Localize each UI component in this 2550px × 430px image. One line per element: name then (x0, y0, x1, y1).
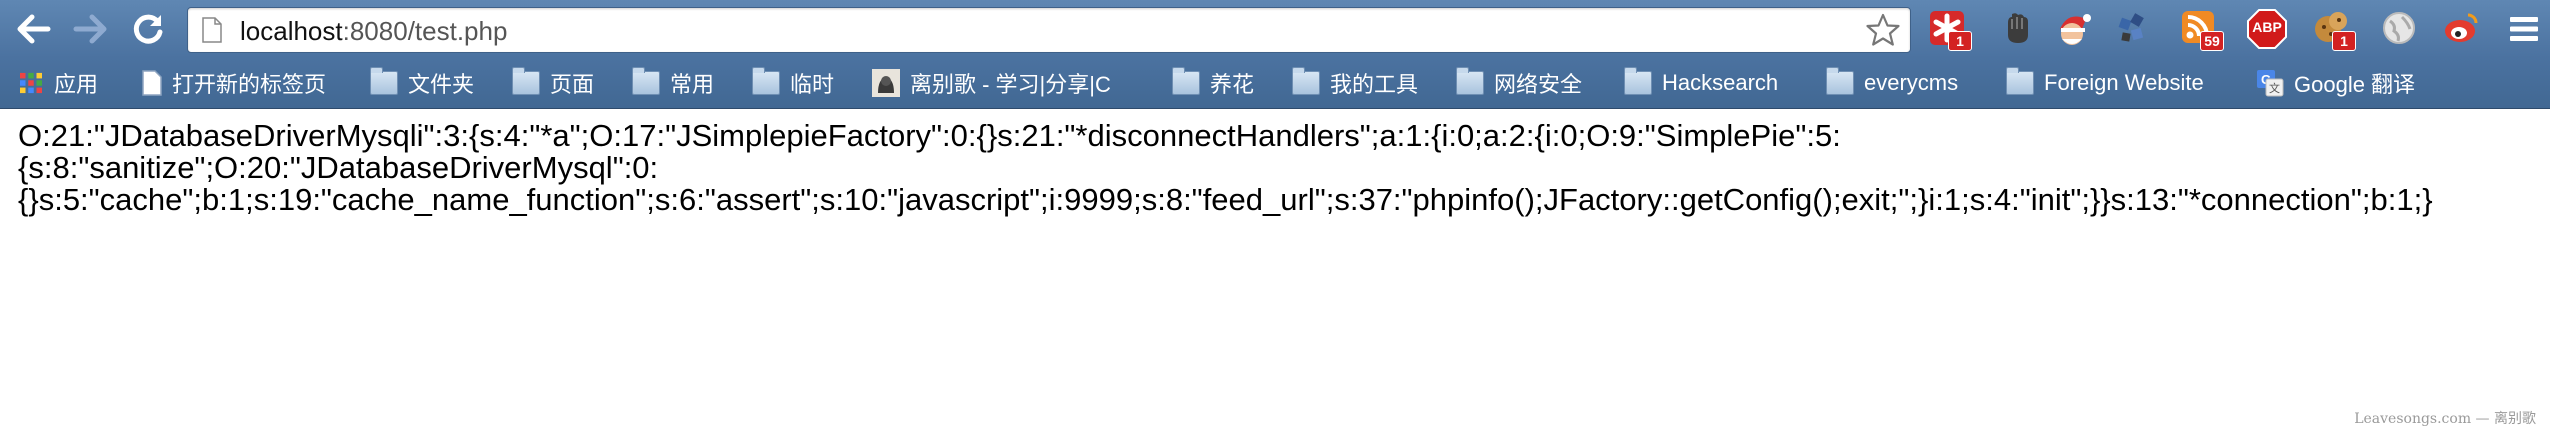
bookmark-label: 页面 (550, 72, 595, 97)
globe-extension[interactable] (2380, 9, 2418, 47)
watermark: Leavesongs.com — 离别歌 (2354, 411, 2536, 427)
folder-icon (752, 67, 780, 95)
url-host: localhost (240, 16, 343, 46)
chrome-menu-button[interactable] (2504, 9, 2544, 49)
svg-text:文: 文 (2269, 81, 2280, 95)
bookmark-folder[interactable]: Hacksearch (1624, 67, 1779, 97)
serialized-output-line: O:21:"JDatabaseDriverMysqli":3:{s:4:"*a"… (18, 118, 1841, 153)
bookmark-label: 常用 (670, 72, 715, 97)
puzzle-extension[interactable] (2114, 9, 2152, 47)
folder-icon (632, 67, 660, 95)
cookie-badge: 1 (2332, 31, 2356, 51)
bookmark-label: 临时 (790, 72, 835, 97)
adblock-plus-extension[interactable]: ABP (2247, 9, 2287, 49)
bookmark-folder[interactable]: 养花 (1172, 67, 1255, 97)
google-translate-icon: G 文 (2257, 70, 2284, 97)
back-button[interactable] (14, 9, 54, 49)
folder-icon (1826, 67, 1854, 95)
santa-extension[interactable] (2054, 9, 2092, 47)
hand-extension[interactable] (1998, 9, 2036, 47)
bookmark-folder[interactable]: everycms (1826, 67, 1959, 97)
bookmark-label: Foreign Website (2044, 70, 2204, 95)
bookmark-label: 我的工具 (1330, 72, 1419, 97)
rss-badge: 59 (2200, 31, 2224, 51)
folder-icon (370, 67, 398, 95)
bookmark-star-icon[interactable] (1866, 13, 1900, 47)
back-arrow-icon (17, 14, 51, 44)
url-path: :8080/test.php (342, 16, 508, 46)
santa-icon (2060, 14, 2091, 45)
bookmark-site[interactable]: 离别歌 - 学习|分享|C​ (872, 69, 1111, 97)
bookmark-label: 应用 (54, 72, 99, 97)
bookmark-label: 养花 (1210, 72, 1255, 97)
bookmark-label: Hacksearch (1662, 70, 1779, 95)
bookmarks-bar: 应用 打开新的标签页 文件夹 页面 常用 临时 离别歌 - 学习|分享|C​ 养… (0, 58, 2550, 109)
folder-icon (512, 67, 540, 95)
folder-icon (1456, 67, 1484, 95)
reload-button[interactable] (128, 9, 168, 49)
hamburger-menu-icon (2510, 17, 2538, 41)
folder-icon (1624, 67, 1652, 95)
rss-extension[interactable]: 59 (2180, 9, 2224, 51)
apps-grid-icon (20, 72, 42, 94)
bookmark-label: 离别歌 - 学习|分享|C​ (910, 72, 1111, 97)
serialized-output-line: {}s:5:"cache";b:1;s:19:"cache_name_funct… (18, 182, 2433, 217)
bookmark-label: 网络安全 (1494, 72, 1583, 97)
bookmark-apps[interactable]: 应用 (18, 69, 98, 97)
folder-icon (1292, 67, 1320, 95)
folder-icon (1172, 67, 1200, 95)
bookmark-google-translate[interactable]: G 文 Google 翻译 (2256, 69, 2415, 97)
address-bar[interactable]: localhost:8080/test.php (187, 7, 1911, 53)
bookmark-label: 打开新的标签页 (172, 72, 327, 97)
cookie-extension[interactable]: 1 (2312, 9, 2356, 51)
site-favicon-icon (872, 69, 900, 97)
bookmark-label: Google 翻译 (2294, 72, 2416, 97)
bookmark-label: 文件夹 (408, 72, 475, 97)
weibo-extension[interactable] (2442, 9, 2480, 47)
bookmark-folder[interactable]: 文件夹 (370, 67, 475, 97)
reload-icon (133, 14, 163, 44)
browser-toolbar: localhost:8080/test.php 1 59 ABP 1 (0, 0, 2550, 58)
url-text[interactable]: localhost:8080/test.php (240, 16, 507, 47)
bookmark-folder[interactable]: 我的工具 (1292, 67, 1419, 97)
page-icon (202, 17, 222, 43)
hand-icon (2008, 13, 2028, 43)
bookmark-folder[interactable]: 临时 (752, 67, 835, 97)
bookmark-folder[interactable]: Foreign Website (2006, 67, 2204, 97)
evernote-extension[interactable]: 1 (1928, 9, 1972, 51)
bookmark-label: everycms (1864, 70, 1959, 95)
forward-arrow-icon (73, 14, 107, 44)
bookmark-folder[interactable]: 网络安全 (1456, 67, 1583, 97)
bookmark-folder[interactable]: 页面 (512, 67, 595, 97)
evernote-badge: 1 (1948, 31, 1972, 51)
folder-icon (2006, 67, 2034, 95)
weibo-icon (2445, 13, 2478, 42)
puzzle-icon (2118, 13, 2144, 42)
bookmark-new-tab[interactable]: 打开新的标签页 (142, 69, 326, 97)
page-content: O:21:"JDatabaseDriverMysqli":3:{s:4:"*a"… (18, 120, 2550, 216)
forward-button[interactable] (70, 9, 110, 49)
globe-icon (2383, 12, 2415, 44)
adblock-plus-label: ABP (2252, 19, 2282, 35)
page-icon (142, 70, 162, 96)
serialized-output-line: {s:8:"sanitize";O:20:"JDatabaseDriverMys… (18, 150, 659, 185)
bookmark-folder[interactable]: 常用 (632, 67, 715, 97)
